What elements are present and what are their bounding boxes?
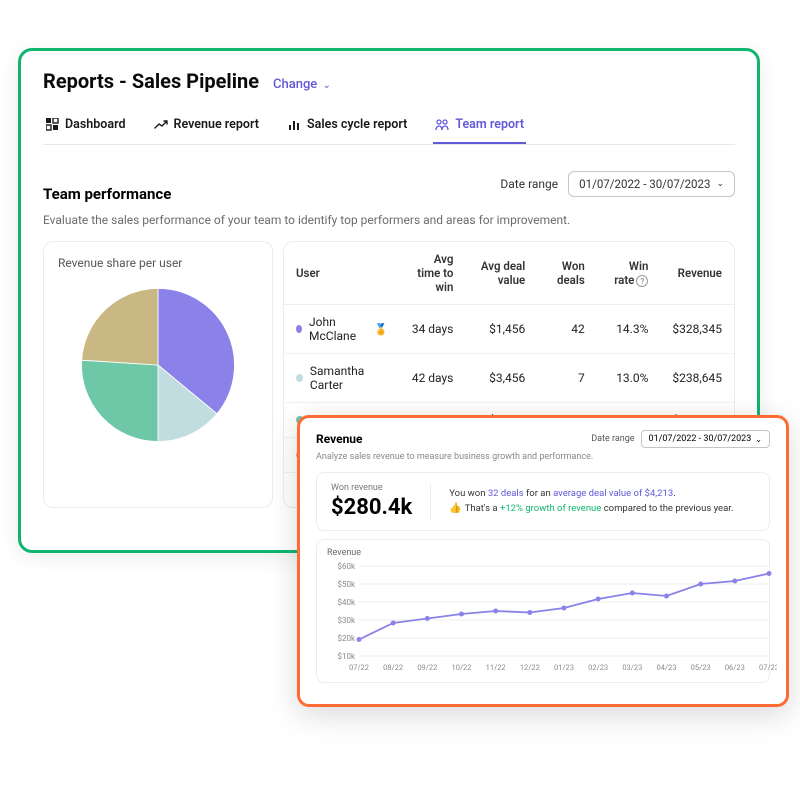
tab-label: Team report	[455, 117, 524, 132]
svg-text:11/22: 11/22	[486, 663, 506, 672]
tab-label: Dashboard	[65, 117, 126, 132]
kpi-summary: You won 32 deals for an average deal val…	[449, 486, 733, 517]
col-header: User	[284, 242, 400, 305]
svg-text:10/22: 10/22	[452, 663, 472, 672]
svg-text:06/23: 06/23	[725, 663, 745, 672]
tab-label: Revenue report	[174, 117, 260, 132]
team-icon	[435, 118, 449, 132]
svg-text:08/22: 08/22	[383, 663, 403, 672]
change-label: Change	[273, 77, 317, 92]
kpi-value: $280.4k	[331, 495, 412, 520]
change-link[interactable]: Change ⌄	[273, 77, 331, 92]
dashboard-icon	[45, 118, 59, 132]
svg-text:09/22: 09/22	[417, 663, 437, 672]
kpi-card: Won revenue $280.4k You won 32 deals for…	[316, 472, 770, 531]
svg-text:02/23: 02/23	[588, 663, 608, 672]
overlay-date-label: Date range	[591, 434, 634, 444]
svg-text:$60k: $60k	[337, 562, 355, 571]
overlay-date-value: 01/07/2022 - 30/07/2023	[649, 434, 752, 444]
tab-dashboard[interactable]: Dashboard	[43, 111, 128, 144]
svg-text:04/23: 04/23	[657, 663, 677, 672]
kpi-label: Won revenue	[331, 483, 412, 493]
overlay-title: Revenue	[316, 432, 363, 446]
chevron-down-icon: ⌄	[323, 80, 331, 91]
col-header: Won deals	[537, 242, 597, 305]
svg-text:$50k: $50k	[337, 580, 355, 589]
svg-text:07/22: 07/22	[349, 663, 369, 672]
thumbs-up-icon: 👍	[449, 503, 461, 514]
tab-team-report[interactable]: Team report	[433, 111, 526, 144]
table-row[interactable]: John McClane🏅34 days$1,4564214.3%$328,34…	[284, 305, 734, 354]
user-color-dot	[296, 325, 302, 333]
section-subtitle: Evaluate the sales performance of your t…	[43, 213, 735, 227]
svg-text:$10k: $10k	[337, 652, 355, 661]
revenue-line-chart: $60k $50k $40k $30k $20k $10k 07/22 08/22 09/22 1…	[327, 562, 777, 674]
svg-text:$20k: $20k	[337, 634, 355, 643]
col-header: Avg deal value	[465, 242, 537, 305]
ribbon-icon: 🏅	[374, 323, 388, 336]
tab-label: Sales cycle report	[307, 117, 407, 132]
date-range-picker[interactable]: 01/07/2022 - 30/07/2023 ⌄	[568, 171, 735, 197]
trend-up-icon	[154, 118, 168, 132]
chevron-down-icon: ⌄	[716, 179, 724, 189]
pie-chart	[73, 280, 243, 450]
pie-card: Revenue share per user	[43, 241, 273, 508]
user-name: Samantha Carter	[310, 364, 388, 392]
overlay-subtitle: Analyze sales revenue to measure busines…	[316, 452, 770, 462]
chart-title: Revenue	[327, 548, 759, 558]
bar-chart-icon	[287, 118, 301, 132]
col-header: Win rate?	[597, 242, 661, 305]
col-header: Avg time to win	[400, 242, 466, 305]
date-range-value: 01/07/2022 - 30/07/2023	[579, 177, 710, 191]
help-icon[interactable]: ?	[636, 275, 648, 287]
section-title: Team performance	[43, 185, 171, 203]
tabs: Dashboard Revenue report Sales cycle rep…	[43, 111, 735, 145]
pie-title: Revenue share per user	[58, 256, 258, 270]
table-row[interactable]: Samantha Carter42 days$3,456713.0%$238,6…	[284, 354, 734, 403]
svg-text:07/23: 07/23	[759, 663, 777, 672]
svg-text:$30k: $30k	[337, 616, 355, 625]
tab-sales-cycle-report[interactable]: Sales cycle report	[285, 111, 409, 144]
col-header: Revenue	[660, 242, 734, 305]
svg-text:05/23: 05/23	[691, 663, 711, 672]
svg-text:03/23: 03/23	[622, 663, 642, 672]
svg-text:$40k: $40k	[337, 598, 355, 607]
svg-text:01/23: 01/23	[554, 663, 574, 672]
overlay-date-picker[interactable]: 01/07/2022 - 30/07/2023 ⌄	[641, 430, 770, 448]
revenue-chart-card: Revenue $60k $50k $40k $30k $20k $10k 07/22 08/…	[316, 539, 770, 683]
page-title: Reports - Sales Pipeline	[43, 69, 259, 93]
date-range-label: Date range	[500, 177, 558, 191]
chevron-down-icon: ⌄	[755, 435, 762, 444]
svg-text:12/22: 12/22	[520, 663, 540, 672]
revenue-overlay-card: Revenue Date range 01/07/2022 - 30/07/20…	[297, 415, 789, 707]
user-color-dot	[296, 374, 303, 382]
user-name: John McClane	[309, 315, 367, 343]
tab-revenue-report[interactable]: Revenue report	[152, 111, 262, 144]
